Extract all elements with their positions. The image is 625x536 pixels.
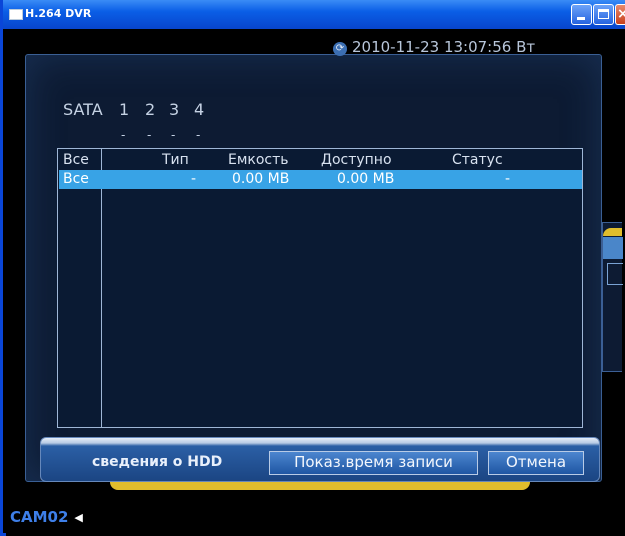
sata-status-3: - <box>171 128 176 142</box>
app-icon <box>9 9 23 20</box>
datetime-text: 2010-11-23 13:07:56 Вт <box>352 38 536 56</box>
header-all[interactable]: Все <box>63 152 89 168</box>
close-button[interactable]: × <box>615 4 625 25</box>
sata-status-1: - <box>121 128 126 142</box>
sata-status-2: - <box>147 128 152 142</box>
title-bar[interactable]: H.264 DVR × <box>3 0 625 29</box>
datetime-display: ⟳ 2010-11-23 13:07:56 Вт <box>333 38 535 56</box>
cell-available: 0.00 MB <box>337 171 395 187</box>
sata-status-4: - <box>196 128 201 142</box>
minimize-button[interactable] <box>571 4 592 25</box>
table-row[interactable]: Все - 0.00 MB 0.00 MB - <box>59 170 582 189</box>
cancel-button[interactable]: Отмена <box>488 451 584 475</box>
close-icon: × <box>617 6 625 22</box>
refresh-icon: ⟳ <box>333 42 347 56</box>
column-divider <box>101 149 102 427</box>
header-type: Тип <box>162 152 189 168</box>
header-capacity: Емкость <box>228 152 289 168</box>
sata-port-3[interactable]: 3 <box>169 100 179 119</box>
speaker-icon: ◀ <box>74 511 83 524</box>
side-panel-edge <box>602 222 623 372</box>
header-status: Статус <box>452 152 503 168</box>
hdd-table: Все Тип Емкость Доступно Статус Все - 0.… <box>57 148 583 428</box>
window-title: H.264 DVR <box>25 7 92 20</box>
side-panel-accent <box>603 228 622 236</box>
hdd-info-label: сведения о HDD <box>92 454 223 470</box>
sata-port-1[interactable]: 1 <box>119 100 129 119</box>
camera-name: CAM02 <box>10 508 69 526</box>
sata-port-2[interactable]: 2 <box>145 100 155 119</box>
camera-label: CAM02 ◀ <box>10 508 83 526</box>
sata-label: SATA <box>63 100 103 119</box>
cell-capacity: 0.00 MB <box>232 171 290 187</box>
show-record-time-button[interactable]: Показ.время записи <box>269 451 478 475</box>
cell-status: - <box>505 171 511 187</box>
header-available: Доступно <box>321 152 392 168</box>
side-panel-tab[interactable] <box>603 237 623 259</box>
side-panel-field[interactable] <box>607 263 623 285</box>
footer-accent-bar <box>110 482 530 490</box>
cell-all: Все <box>63 171 89 187</box>
maximize-button[interactable] <box>593 4 614 25</box>
sata-port-4[interactable]: 4 <box>194 100 204 119</box>
cell-type: - <box>191 171 197 187</box>
